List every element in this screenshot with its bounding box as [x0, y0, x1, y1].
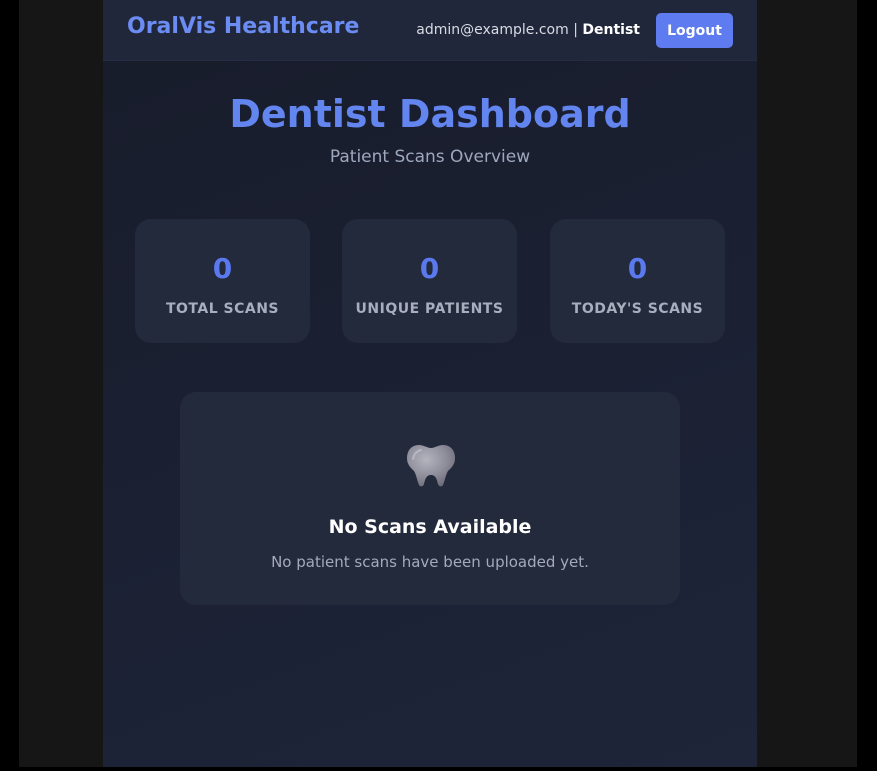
stat-card-total-scans: 0 TOTAL SCANS [135, 219, 310, 343]
navbar: OralVis Healthcare admin@example.com | D… [103, 0, 757, 61]
stat-label: TODAY'S SCANS [571, 301, 704, 317]
page-title: Dentist Dashboard [229, 92, 631, 136]
user-email: admin@example.com [416, 22, 569, 38]
stat-value: 0 [212, 252, 233, 285]
empty-state-title: No Scans Available [328, 516, 532, 538]
page-subtitle: Patient Scans Overview [329, 147, 531, 167]
user-role: Dentist [582, 22, 640, 38]
brand-logo[interactable]: OralVis Healthcare [127, 14, 359, 39]
logout-button[interactable]: Logout [656, 13, 733, 48]
tooth-icon [407, 445, 455, 487]
user-info: admin@example.com | Dentist [416, 22, 640, 38]
empty-state-panel: No Scans Available No patient scans have… [180, 392, 680, 605]
stat-value: 0 [419, 252, 440, 285]
app-container: OralVis Healthcare admin@example.com | D… [103, 0, 757, 767]
stat-card-todays-scans: 0 TODAY'S SCANS [550, 219, 725, 343]
stat-card-unique-patients: 0 UNIQUE PATIENTS [342, 219, 517, 343]
empty-state-message: No patient scans have been uploaded yet. [271, 553, 589, 571]
stat-label: TOTAL SCANS [165, 301, 280, 317]
stat-value: 0 [627, 252, 648, 285]
user-separator: | [573, 22, 578, 38]
stat-label: UNIQUE PATIENTS [355, 301, 504, 317]
